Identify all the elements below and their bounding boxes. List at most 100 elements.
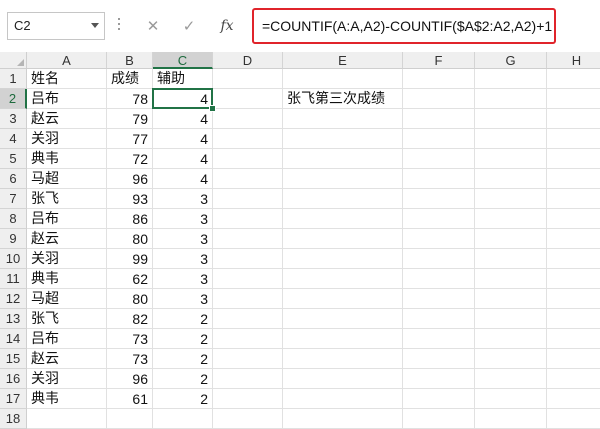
cell-h13[interactable] <box>547 309 600 329</box>
cell-h1[interactable] <box>547 69 600 89</box>
row-header-12[interactable]: 12 <box>0 289 27 309</box>
cell-d9[interactable] <box>213 229 283 249</box>
cell-b8[interactable]: 86 <box>107 209 153 229</box>
cell-h2[interactable] <box>547 89 600 109</box>
cell-h15[interactable] <box>547 349 600 369</box>
cell-h12[interactable] <box>547 289 600 309</box>
cell-a12[interactable]: 马超 <box>27 289 107 309</box>
column-header-c[interactable]: C <box>153 52 213 69</box>
cell-d6[interactable] <box>213 169 283 189</box>
cell-f15[interactable] <box>403 349 475 369</box>
cell-a10[interactable]: 关羽 <box>27 249 107 269</box>
drag-handle-icon[interactable] <box>118 18 121 33</box>
cell-f10[interactable] <box>403 249 475 269</box>
cell-a7[interactable]: 张飞 <box>27 189 107 209</box>
cell-a2[interactable]: 吕布 <box>27 89 107 109</box>
row-header-1[interactable]: 1 <box>0 69 27 89</box>
select-all-button[interactable] <box>0 52 27 69</box>
cell-c1[interactable]: 辅助 <box>153 69 213 89</box>
cell-b9[interactable]: 80 <box>107 229 153 249</box>
cell-e6[interactable] <box>283 169 403 189</box>
cell-b1[interactable]: 成绩 <box>107 69 153 89</box>
cell-g7[interactable] <box>475 189 547 209</box>
cell-a17[interactable]: 典韦 <box>27 389 107 409</box>
cell-b11[interactable]: 62 <box>107 269 153 289</box>
cell-c18[interactable] <box>153 409 213 429</box>
cell-d18[interactable] <box>213 409 283 429</box>
cell-e5[interactable] <box>283 149 403 169</box>
row-header-6[interactable]: 6 <box>0 169 27 189</box>
cell-a3[interactable]: 赵云 <box>27 109 107 129</box>
cell-h16[interactable] <box>547 369 600 389</box>
row-header-14[interactable]: 14 <box>0 329 27 349</box>
row-header-13[interactable]: 13 <box>0 309 27 329</box>
cell-c9[interactable]: 3 <box>153 229 213 249</box>
cell-e11[interactable] <box>283 269 403 289</box>
cell-h5[interactable] <box>547 149 600 169</box>
cell-f2[interactable] <box>403 89 475 109</box>
cell-b14[interactable]: 73 <box>107 329 153 349</box>
column-header-g[interactable]: G <box>475 52 547 69</box>
cell-a1[interactable]: 姓名 <box>27 69 107 89</box>
cell-d7[interactable] <box>213 189 283 209</box>
cell-d5[interactable] <box>213 149 283 169</box>
cell-f4[interactable] <box>403 129 475 149</box>
cell-g11[interactable] <box>475 269 547 289</box>
cell-c12[interactable]: 3 <box>153 289 213 309</box>
cell-c5[interactable]: 4 <box>153 149 213 169</box>
name-box[interactable]: C2 <box>7 12 105 40</box>
row-header-11[interactable]: 11 <box>0 269 27 289</box>
cell-e16[interactable] <box>283 369 403 389</box>
cell-b6[interactable]: 96 <box>107 169 153 189</box>
row-header-2[interactable]: 2 <box>0 89 27 109</box>
cell-c17[interactable]: 2 <box>153 389 213 409</box>
row-header-15[interactable]: 15 <box>0 349 27 369</box>
cell-g14[interactable] <box>475 329 547 349</box>
cell-g6[interactable] <box>475 169 547 189</box>
cell-h4[interactable] <box>547 129 600 149</box>
cell-g2[interactable] <box>475 89 547 109</box>
cell-a8[interactable]: 吕布 <box>27 209 107 229</box>
cell-f18[interactable] <box>403 409 475 429</box>
row-header-16[interactable]: 16 <box>0 369 27 389</box>
column-header-b[interactable]: B <box>107 52 153 69</box>
cell-d14[interactable] <box>213 329 283 349</box>
cell-f8[interactable] <box>403 209 475 229</box>
cancel-formula-button[interactable]: ✕ <box>140 14 166 38</box>
cell-g18[interactable] <box>475 409 547 429</box>
enter-formula-button[interactable]: ✓ <box>176 14 202 38</box>
cell-f14[interactable] <box>403 329 475 349</box>
cell-f13[interactable] <box>403 309 475 329</box>
cell-e4[interactable] <box>283 129 403 149</box>
row-header-5[interactable]: 5 <box>0 149 27 169</box>
cell-f16[interactable] <box>403 369 475 389</box>
cell-b16[interactable]: 96 <box>107 369 153 389</box>
row-header-9[interactable]: 9 <box>0 229 27 249</box>
cell-e13[interactable] <box>283 309 403 329</box>
column-header-f[interactable]: F <box>403 52 475 69</box>
cell-g8[interactable] <box>475 209 547 229</box>
cell-b7[interactable]: 93 <box>107 189 153 209</box>
cell-e7[interactable] <box>283 189 403 209</box>
cell-e8[interactable] <box>283 209 403 229</box>
cell-f17[interactable] <box>403 389 475 409</box>
cell-b17[interactable]: 61 <box>107 389 153 409</box>
cell-h11[interactable] <box>547 269 600 289</box>
cell-b10[interactable]: 99 <box>107 249 153 269</box>
cell-a5[interactable]: 典韦 <box>27 149 107 169</box>
cell-e10[interactable] <box>283 249 403 269</box>
cell-d8[interactable] <box>213 209 283 229</box>
cell-g4[interactable] <box>475 129 547 149</box>
cell-e17[interactable] <box>283 389 403 409</box>
cell-a15[interactable]: 赵云 <box>27 349 107 369</box>
row-header-7[interactable]: 7 <box>0 189 27 209</box>
cell-f6[interactable] <box>403 169 475 189</box>
cell-g16[interactable] <box>475 369 547 389</box>
cell-d17[interactable] <box>213 389 283 409</box>
cell-a18[interactable] <box>27 409 107 429</box>
chevron-down-icon[interactable] <box>91 23 99 28</box>
row-header-10[interactable]: 10 <box>0 249 27 269</box>
cell-d11[interactable] <box>213 269 283 289</box>
cell-b12[interactable]: 80 <box>107 289 153 309</box>
cell-e18[interactable] <box>283 409 403 429</box>
